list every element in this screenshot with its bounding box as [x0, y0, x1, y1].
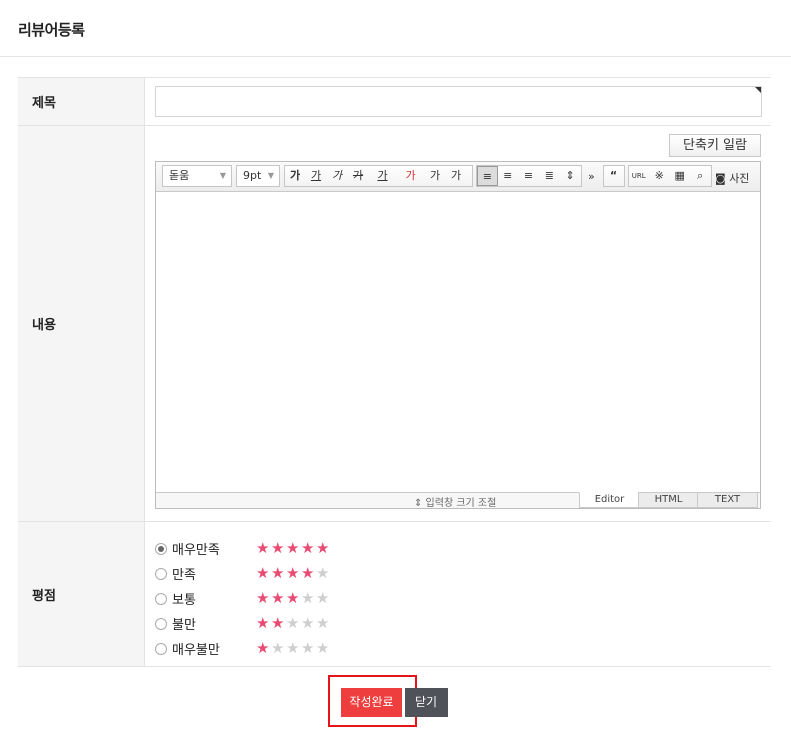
star-icon: ★ [271, 614, 285, 632]
chevron-down-icon: ▼ [219, 171, 226, 180]
title-row: 제목 [18, 78, 771, 126]
editor-toolbar: 돋움 ▼ 9pt ▼ 가 가 가 가 가 가 가 가 ≡ ≡ ≡ ≣ ⇕ » “… [156, 162, 760, 192]
tab-html[interactable]: HTML [638, 492, 699, 508]
star-icon: ★ [256, 614, 270, 632]
font-select-value: 돋움 [169, 169, 190, 182]
font-color-button[interactable]: 가 [369, 166, 397, 186]
editor-footer: ⇕ 입력창 크기 조절 Editor HTML TEXT [156, 492, 760, 509]
chevron-down-icon: ▼ [267, 171, 274, 180]
size-select[interactable]: 9pt ▼ [236, 165, 280, 187]
rating-option-label: 매우불만 [172, 643, 220, 658]
star-icon: ★ [301, 539, 315, 557]
star-icon: ★ [316, 539, 330, 557]
star-icon: ★ [301, 639, 315, 657]
star-icon: ★ [286, 614, 300, 632]
size-select-value: 9pt [243, 169, 262, 182]
star-icon: ★ [286, 639, 300, 657]
photo-label: 사진 [729, 172, 750, 185]
table-icon[interactable]: ▦ [670, 166, 691, 186]
tab-text[interactable]: TEXT [697, 492, 758, 508]
star-icon: ★ [301, 564, 315, 582]
rating-option[interactable]: 매우불만 ★ ★ ★ ★ ★ [155, 636, 331, 661]
star-icon: ★ [256, 564, 270, 582]
line-height-icon[interactable]: ⇕ [560, 166, 581, 186]
bold-button[interactable]: 가 [285, 166, 306, 186]
underline-button[interactable]: 가 [306, 166, 327, 186]
rating-radio[interactable] [155, 617, 167, 630]
star-icon: ★ [271, 589, 285, 607]
star-icon: ★ [316, 564, 330, 582]
star-icon: ★ [316, 614, 330, 632]
rating-option[interactable]: 만족 ★ ★ ★ ★ ★ [155, 561, 331, 586]
align-justify-icon[interactable]: ≣ [539, 166, 560, 186]
rating-stars: ★ ★ ★ ★ ★ [256, 541, 331, 556]
star-icon: ★ [286, 589, 300, 607]
special-char-icon[interactable]: ※ [650, 166, 671, 186]
page-title: 리뷰어등록 [18, 21, 85, 39]
rich-text-editor: 돋움 ▼ 9pt ▼ 가 가 가 가 가 가 가 가 ≡ ≡ ≡ ≣ ⇕ » “… [155, 161, 761, 509]
photo-button[interactable]: ◙ 사진 [715, 170, 749, 186]
resize-handle[interactable]: ⇕ 입력창 크기 조절 [414, 494, 496, 509]
insert-group: URL ※ ▦ ⌕ [628, 165, 712, 187]
italic-button[interactable]: 가 [327, 166, 348, 186]
font-select[interactable]: 돋움 ▼ [162, 165, 232, 187]
rating-stars: ★ ★ ★ ★ ★ [256, 616, 331, 631]
star-icon: ★ [271, 539, 285, 557]
rating-radio[interactable] [155, 592, 167, 605]
camera-icon: ◙ [715, 172, 726, 185]
submit-button[interactable]: 작성완료 [341, 688, 402, 717]
page-header: 리뷰어등록 [0, 0, 791, 57]
rating-row: 평점 매우만족 ★ ★ ★ ★ ★ 만족 ★ ★ ★ ★ ★ 보통 ★ ★ ★ ★ ★ 불만 ★ ★ ★ ★ ★ 매우불만 ★ ★ ★… [18, 522, 771, 667]
star-icon: ★ [256, 539, 270, 557]
rating-radio[interactable] [155, 567, 167, 580]
tab-editor[interactable]: Editor [579, 492, 640, 508]
quote-icon[interactable]: “ [604, 166, 624, 186]
review-form: 제목 내용 단축키 일람 돋움 ▼ 9pt ▼ 가 가 가 가 가 가 가 가 … [18, 77, 771, 667]
star-icon: ★ [301, 614, 315, 632]
rating-option-label: 보통 [172, 593, 196, 608]
rating-option[interactable]: 매우만족 ★ ★ ★ ★ ★ [155, 536, 331, 561]
align-group: ≡ ≡ ≡ ≣ ⇕ [476, 165, 582, 187]
star-icon: ★ [256, 639, 270, 657]
star-icon: ★ [286, 564, 300, 582]
rating-option[interactable]: 불만 ★ ★ ★ ★ ★ [155, 611, 331, 636]
rating-stars: ★ ★ ★ ★ ★ [256, 591, 331, 606]
superscript-button[interactable]: 가 [425, 166, 446, 186]
rating-option[interactable]: 보통 ★ ★ ★ ★ ★ [155, 586, 331, 611]
title-label: 제목 [18, 78, 145, 125]
rating-option-label: 만족 [172, 568, 196, 583]
editor-content-area[interactable] [156, 192, 760, 492]
star-icon: ★ [301, 589, 315, 607]
star-icon: ★ [256, 589, 270, 607]
rating-options: 매우만족 ★ ★ ★ ★ ★ 만족 ★ ★ ★ ★ ★ 보통 ★ ★ ★ ★ ★ 불만 ★ ★ ★ ★ ★ 매우불만 ★ ★ ★ ★ ★ [155, 536, 331, 661]
rating-stars: ★ ★ ★ ★ ★ [256, 641, 331, 656]
more-tools-button[interactable]: » [588, 170, 595, 183]
star-icon: ★ [286, 539, 300, 557]
align-center-icon[interactable]: ≡ [498, 166, 519, 186]
rating-radio[interactable] [155, 542, 167, 555]
shortcut-list-button[interactable]: 단축키 일람 [669, 134, 761, 157]
close-button[interactable]: 닫기 [405, 688, 448, 717]
search-icon[interactable]: ⌕ [691, 166, 712, 186]
star-icon: ★ [271, 564, 285, 582]
quote-group: “ [603, 165, 625, 187]
rating-option-label: 불만 [172, 618, 196, 633]
strike-button[interactable]: 가 [348, 166, 369, 186]
star-icon: ★ [316, 639, 330, 657]
bg-color-button[interactable]: 가 [397, 166, 425, 186]
content-row: 내용 단축키 일람 돋움 ▼ 9pt ▼ 가 가 가 가 가 가 가 가 ≡ ≡… [18, 126, 771, 522]
title-input[interactable] [155, 86, 762, 117]
rating-option-label: 매우만족 [172, 543, 220, 558]
rating-stars: ★ ★ ★ ★ ★ [256, 566, 331, 581]
url-button[interactable]: URL [629, 166, 650, 186]
content-label: 내용 [18, 126, 145, 521]
rating-label: 평점 [18, 522, 145, 666]
align-left-icon[interactable]: ≡ [477, 166, 498, 186]
subscript-button[interactable]: 가 [446, 166, 467, 186]
star-icon: ★ [316, 589, 330, 607]
format-group: 가 가 가 가 가 가 가 가 [284, 165, 473, 187]
star-icon: ★ [271, 639, 285, 657]
align-right-icon[interactable]: ≡ [519, 166, 540, 186]
rating-radio[interactable] [155, 642, 167, 655]
